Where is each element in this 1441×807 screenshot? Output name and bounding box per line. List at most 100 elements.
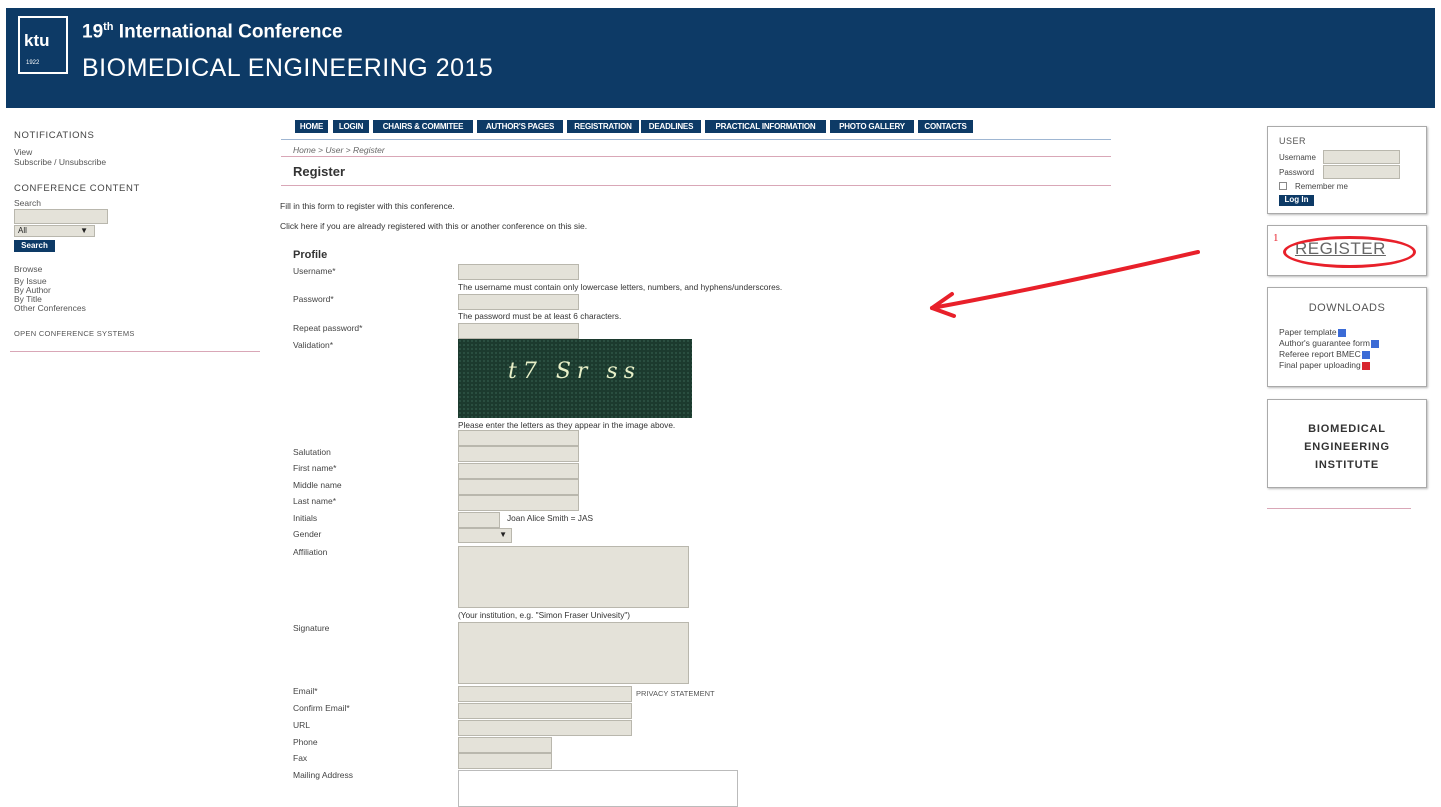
captcha-text: t7 Sr ss [508,359,641,384]
username-hint: The username must contain only lowercase… [458,282,783,292]
email-input[interactable] [458,686,632,702]
conference-subtitle: 19th International Conference [82,21,343,43]
nav-photo-gallery[interactable]: PHOTO GALLERY [830,120,914,133]
signature-textarea[interactable] [458,622,689,684]
register-box: 1 REGISTER [1267,225,1427,276]
mailing-address-label: Mailing Address [293,770,354,780]
already-registered-text: Click here if you are already registered… [280,221,588,231]
nav-registration[interactable]: REGISTRATION [567,120,639,133]
page-title: Register [293,164,346,179]
other-conferences-link[interactable]: Other Conferences [14,304,86,313]
gender-select[interactable]: ▼ [458,528,512,543]
nav-divider [281,139,1111,140]
breadcrumb[interactable]: Home > User > Register [293,145,385,155]
title-divider [281,185,1111,186]
first-name-label: First name* [293,463,337,473]
repeat-password-input[interactable] [458,323,579,339]
word-file-icon [1361,350,1370,359]
nav-chairs-commitee[interactable]: CHAIRS & COMMITEE [373,120,473,133]
privacy-statement-link[interactable]: PRIVACY STATEMENT [636,689,715,698]
subscribe-link[interactable]: Subscribe / Unsubscribe [14,158,106,167]
nav-login[interactable]: LOGIN [333,120,369,133]
search-scope-select[interactable]: All ▼ [14,225,95,237]
salutation-input[interactable] [458,446,579,462]
password-label: Password* [293,294,334,304]
click-here-link[interactable]: Click here [280,221,318,231]
download-authors-guarantee[interactable]: Author's guarantee form [1279,338,1379,348]
profile-heading: Profile [293,249,328,261]
chevron-down-icon: ▼ [499,530,507,539]
user-password-label: Password [1279,168,1315,177]
user-password-input[interactable] [1323,165,1400,179]
middle-name-input[interactable] [458,479,579,495]
last-name-input[interactable] [458,495,579,511]
remember-me-label: Remember me [1295,182,1348,191]
conference-content-heading: CONFERENCE CONTENT [14,183,140,194]
right-divider [1267,508,1411,509]
word-file-icon [1370,339,1379,348]
user-username-input[interactable] [1323,150,1400,164]
pdf-file-icon [1361,361,1370,370]
user-username-label: Username [1279,153,1316,162]
fax-input[interactable] [458,753,552,769]
fax-label: Fax [293,753,308,763]
left-divider [10,351,260,352]
login-button[interactable]: Log In [1279,195,1314,206]
password-hint: The password must be at least 6 characte… [458,311,622,321]
validation-label: Validation* [293,340,334,350]
initials-label: Initials [293,513,318,523]
mailing-address-textarea[interactable] [458,770,738,807]
conference-title: BIOMEDICAL ENGINEERING 2015 [82,54,494,82]
gender-label: Gender [293,529,322,539]
nav-home[interactable]: HOME [295,120,328,133]
affiliation-textarea[interactable] [458,546,689,608]
repeat-password-label: Repeat password* [293,323,363,333]
download-paper-template[interactable]: Paper template [1279,327,1346,337]
download-referee-report[interactable]: Referee report BMEC [1279,349,1370,359]
confirm-email-input[interactable] [458,703,632,719]
captcha-hint: Please enter the letters as they appear … [458,420,676,430]
username-label: Username* [293,266,336,276]
annotation-number: 1 [1273,232,1279,244]
affiliation-label: Affiliation [293,547,328,557]
word-file-icon [1337,328,1346,337]
first-name-input[interactable] [458,463,579,479]
ktu-logo[interactable]: ktu 1922 [18,16,68,74]
signature-label: Signature [293,623,330,633]
search-input[interactable] [14,209,108,224]
institute-box[interactable]: BIOMEDICAL ENGINEERING INSTITUTE [1267,399,1427,488]
affiliation-hint: (Your institution, e.g. "Simon Fraser Un… [458,610,631,620]
download-final-paper[interactable]: Final paper uploading [1279,360,1370,370]
browse-heading: Browse [14,264,43,274]
downloads-box: DOWNLOADS Paper template Author's guaran… [1267,287,1427,387]
initials-input[interactable] [458,512,500,528]
downloads-title: DOWNLOADS [1308,302,1386,314]
logo-year: 1922 [26,60,40,66]
nav-practical-information[interactable]: PRACTICAL INFORMATION [705,120,826,133]
nav-authors-pages[interactable]: AUTHOR'S PAGES [477,120,563,133]
breadcrumb-divider [281,156,1111,157]
salutation-label: Salutation [293,447,331,457]
username-input[interactable] [458,264,579,280]
nav-deadlines[interactable]: DEADLINES [641,120,701,133]
search-label: Search [14,198,41,208]
ocs-link[interactable]: OPEN CONFERENCE SYSTEMS [14,329,135,338]
url-input[interactable] [458,720,632,736]
search-button[interactable]: Search [14,240,55,252]
annotation-ellipse [1283,236,1416,268]
remember-me-checkbox[interactable] [1279,182,1287,190]
institute-name: BIOMEDICAL ENGINEERING INSTITUTE [1304,423,1390,471]
user-box: USER Username Password Remember me Log I… [1267,126,1427,214]
initials-example: Joan Alice Smith = JAS [507,513,594,523]
nav-contacts[interactable]: CONTACTS [918,120,973,133]
notifications-heading: NOTIFICATIONS [14,130,95,141]
phone-input[interactable] [458,737,552,753]
password-input[interactable] [458,294,579,310]
captcha-input[interactable] [458,430,579,446]
middle-name-label: Middle name [293,480,342,490]
phone-label: Phone [293,737,318,747]
email-label: Email* [293,686,318,696]
intro-text: Fill in this form to register with this … [280,201,455,211]
last-name-label: Last name* [293,496,336,506]
view-link[interactable]: View [14,148,32,157]
